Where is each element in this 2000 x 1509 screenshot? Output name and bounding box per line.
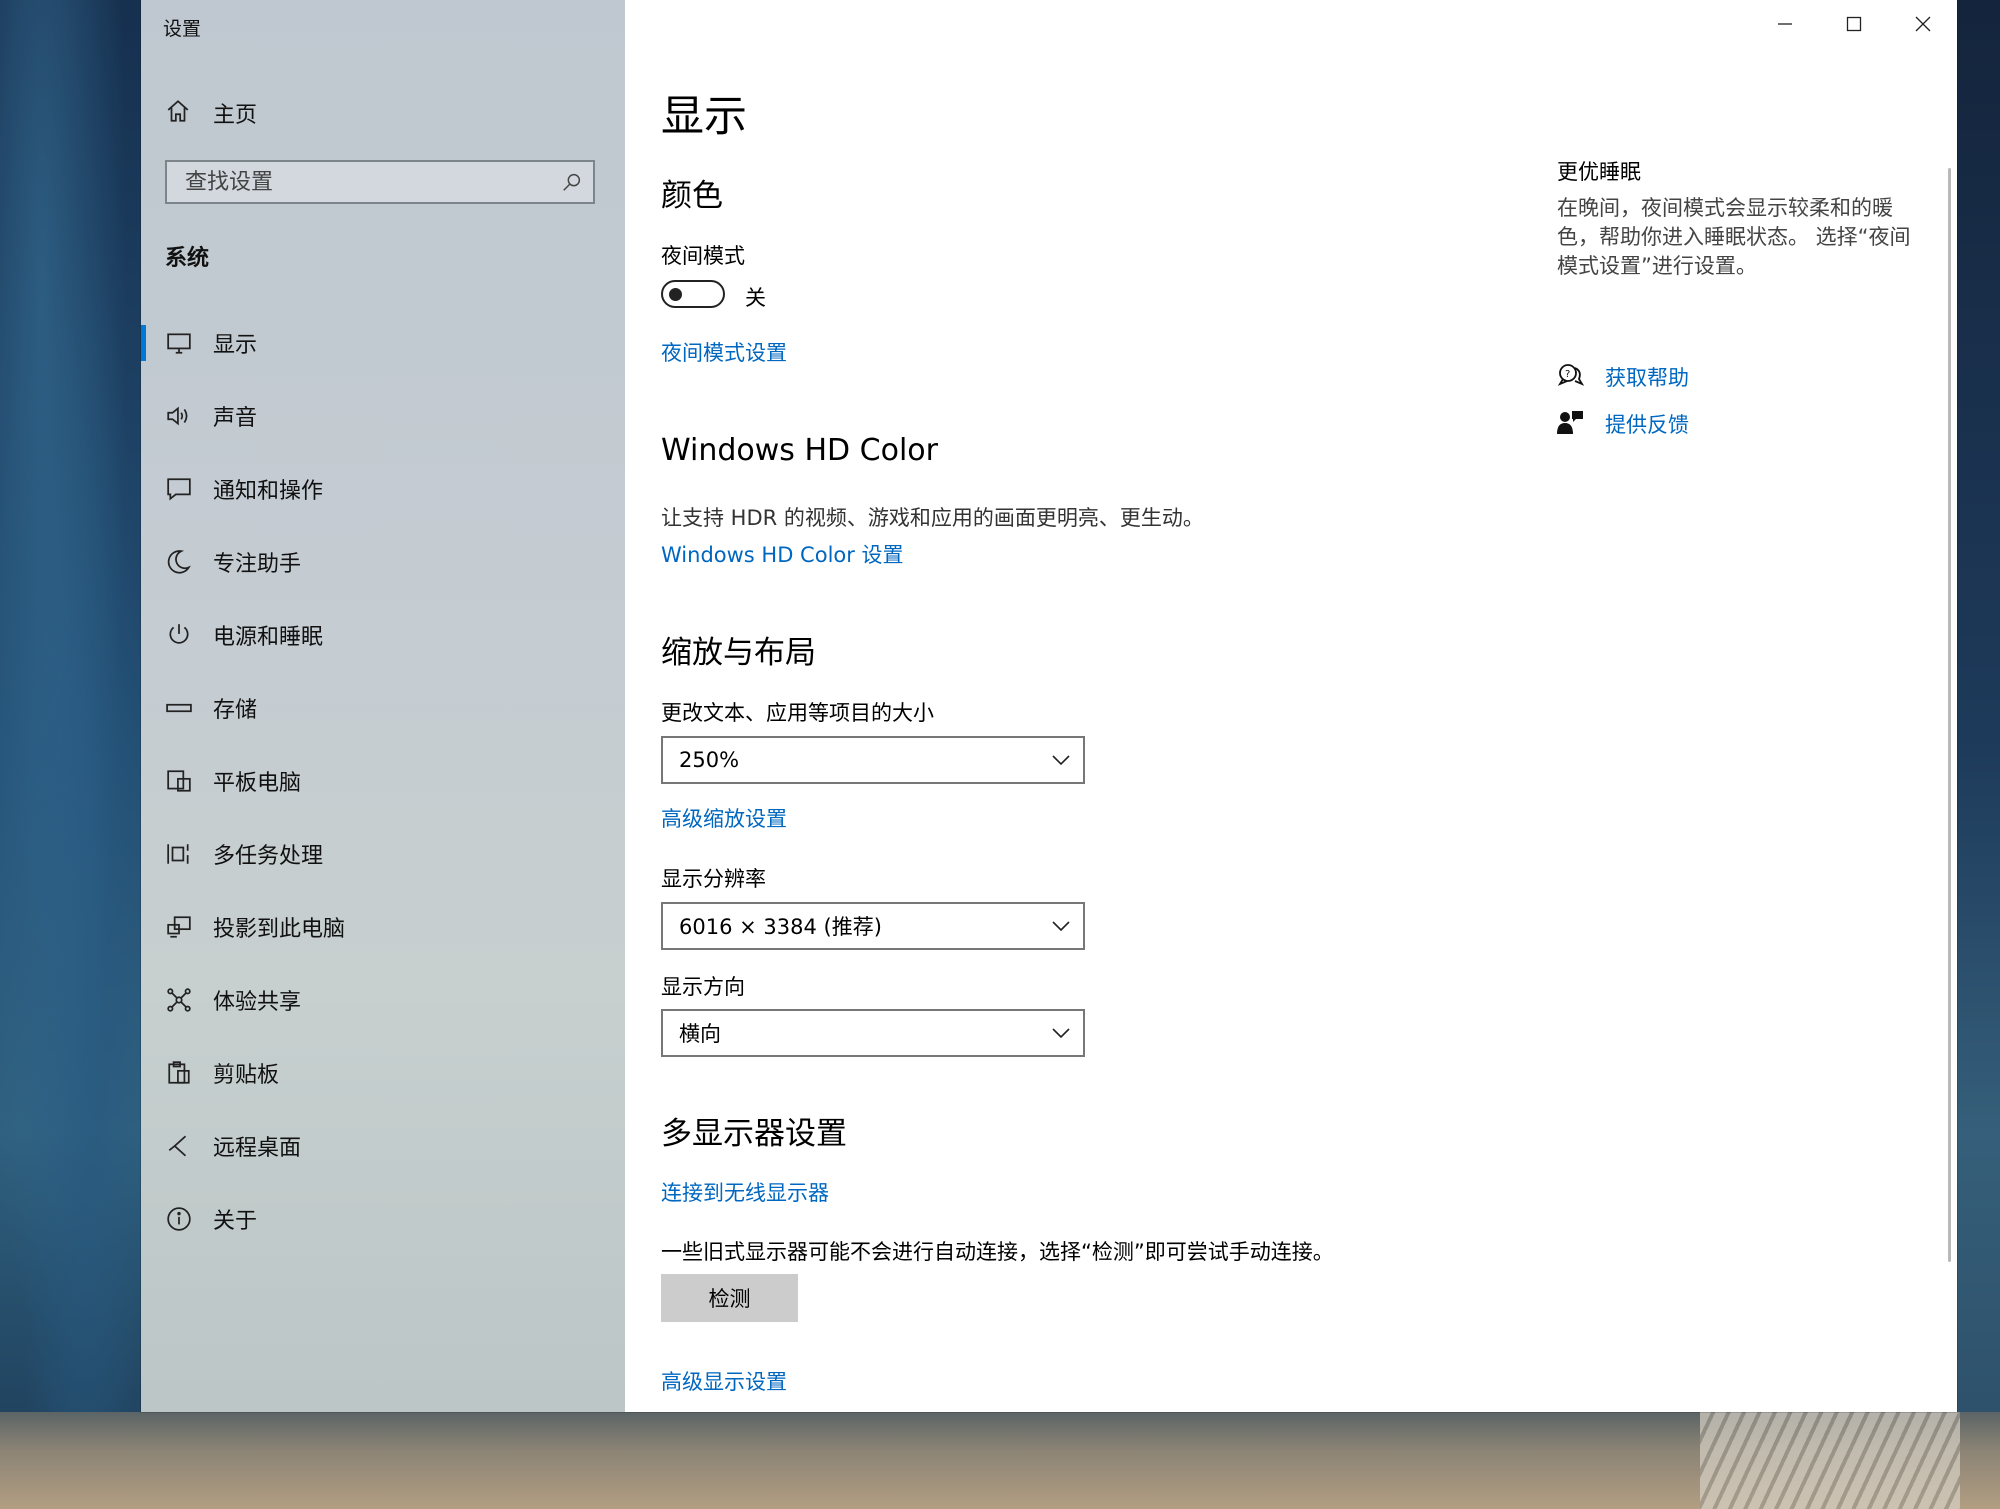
color-heading: 颜色 [661, 178, 723, 214]
monitor-icon [165, 329, 193, 357]
sidebar-item-label: 通知和操作 [213, 479, 324, 504]
night-mode-label: 夜间模式 [661, 244, 745, 268]
better-sleep-title: 更优睡眠 [1557, 160, 1641, 184]
give-feedback-label: 提供反馈 [1605, 413, 1689, 437]
sidebar-item-label: 电源和睡眠 [213, 625, 324, 650]
sidebar-item-display[interactable]: 显示 [141, 315, 625, 371]
hdr-settings-link[interactable]: Windows HD Color 设置 [661, 539, 904, 569]
close-icon [1915, 16, 1931, 36]
minimize-button[interactable] [1750, 0, 1819, 52]
chevron-down-icon [1051, 1025, 1071, 1045]
night-mode-settings-link[interactable]: 夜间模式设置 [661, 337, 787, 367]
sidebar-item-remote-desktop[interactable]: 远程桌面 [141, 1118, 625, 1174]
chevron-down-icon [1051, 918, 1071, 938]
power-icon [165, 621, 193, 649]
feedback-person-icon [1557, 409, 1585, 439]
advanced-scaling-link[interactable]: 高级缩放设置 [661, 803, 787, 833]
tablet-icon [165, 767, 193, 795]
share-icon [165, 986, 193, 1014]
detect-button[interactable]: 检测 [661, 1274, 798, 1322]
message-icon [165, 475, 193, 503]
window-controls [1750, 0, 1957, 52]
sidebar-item-power-sleep[interactable]: 电源和睡眠 [141, 607, 625, 663]
section-label-system: 系统 [165, 246, 210, 271]
sidebar-item-label: 关于 [213, 1209, 258, 1234]
sidebar-item-sound[interactable]: 声音 [141, 388, 625, 444]
give-feedback-link[interactable]: 提供反馈 [1557, 409, 1689, 439]
hdr-heading: Windows HD Color [661, 433, 938, 468]
multi-display-description: 一些旧式显示器可能不会进行自动连接，选择“检测”即可尝试手动连接。 [661, 1240, 1334, 1264]
sidebar-item-focus-assist[interactable]: 专注助手 [141, 534, 625, 590]
page-title: 显示 [661, 92, 747, 142]
night-mode-state: 关 [745, 286, 766, 310]
sidebar-item-label: 显示 [213, 333, 258, 358]
desktop-wallpaper-right [1955, 0, 2000, 1509]
sidebar-item-storage[interactable]: 存储 [141, 680, 625, 736]
night-mode-toggle[interactable] [661, 280, 725, 308]
maximize-button[interactable] [1819, 0, 1888, 52]
sidebar-item-label: 剪贴板 [213, 1063, 280, 1088]
toggle-knob [669, 288, 682, 301]
advanced-display-link[interactable]: 高级显示设置 [661, 1366, 787, 1396]
home-icon [165, 98, 191, 128]
storage-icon [165, 694, 193, 722]
sidebar-item-label: 投影到此电脑 [213, 917, 346, 942]
multi-display-heading: 多显示器设置 [661, 1116, 847, 1152]
remote-desktop-icon [165, 1132, 193, 1160]
moon-icon [165, 548, 193, 576]
sidebar: 设置 主页 系统 显示 声音 [141, 0, 625, 1412]
scale-value: 250% [679, 748, 740, 772]
sidebar-item-clipboard[interactable]: 剪贴板 [141, 1045, 625, 1101]
project-icon [165, 913, 193, 941]
sidebar-item-label: 平板电脑 [213, 771, 302, 796]
size-label: 更改文本、应用等项目的大小 [661, 701, 934, 725]
sidebar-item-about[interactable]: 关于 [141, 1191, 625, 1247]
sidebar-item-multitasking[interactable]: 多任务处理 [141, 826, 625, 882]
sidebar-item-label: 体验共享 [213, 990, 302, 1015]
search-box[interactable] [165, 160, 595, 204]
help-chat-icon: ? [1557, 362, 1585, 392]
sidebar-item-label: 多任务处理 [213, 844, 324, 869]
sidebar-item-label: 专注助手 [213, 552, 302, 577]
sidebar-item-label: 存储 [213, 698, 258, 723]
speaker-icon [165, 402, 193, 430]
get-help-link[interactable]: ? 获取帮助 [1557, 362, 1689, 392]
maximize-icon [1846, 16, 1862, 36]
svg-text:?: ? [1565, 369, 1570, 380]
sidebar-item-notifications[interactable]: 通知和操作 [141, 461, 625, 517]
sidebar-item-project[interactable]: 投影到此电脑 [141, 899, 625, 955]
desktop-wallpaper-tiles [1700, 1412, 1960, 1509]
scrollbar[interactable] [1948, 168, 1951, 1262]
orientation-dropdown[interactable]: 横向 [661, 1009, 1085, 1057]
settings-window: 设置 主页 系统 显示 声音 [141, 0, 1957, 1412]
better-sleep-description: 在晚间，夜间模式会显示较柔和的暖色，帮助你进入睡眠状态。 选择“夜间模式设置”进… [1557, 196, 1911, 278]
sidebar-item-label: 远程桌面 [213, 1136, 302, 1161]
hdr-description: 让支持 HDR 的视频、游戏和应用的画面更明亮、更生动。 [661, 506, 1204, 530]
resolution-value: 6016 × 3384 (推荐) [679, 915, 882, 939]
orientation-label: 显示方向 [661, 975, 745, 999]
search-icon[interactable] [561, 171, 583, 197]
resolution-dropdown[interactable]: 6016 × 3384 (推荐) [661, 902, 1085, 950]
clipboard-icon [165, 1059, 193, 1087]
info-icon [165, 1205, 193, 1233]
search-input[interactable] [183, 168, 547, 196]
sidebar-item-shared-experiences[interactable]: 体验共享 [141, 972, 625, 1028]
sidebar-item-label: 声音 [213, 406, 258, 431]
sidebar-item-tablet[interactable]: 平板电脑 [141, 753, 625, 809]
home-button[interactable]: 主页 [165, 96, 257, 130]
desktop-wallpaper-left [0, 0, 141, 1509]
scale-heading: 缩放与布局 [661, 635, 816, 671]
minimize-icon [1777, 16, 1793, 36]
app-title: 设置 [163, 18, 202, 40]
get-help-label: 获取帮助 [1605, 366, 1689, 390]
home-label: 主页 [213, 103, 258, 128]
resolution-label: 显示分辨率 [661, 867, 766, 891]
wireless-display-link[interactable]: 连接到无线显示器 [661, 1177, 829, 1207]
multitask-icon [165, 840, 193, 868]
orientation-value: 横向 [679, 1022, 721, 1046]
content-pane: 显示 颜色 夜间模式 关 夜间模式设置 Windows HD Color 让支持… [625, 0, 1957, 1412]
chevron-down-icon [1051, 752, 1071, 772]
close-button[interactable] [1888, 0, 1957, 52]
scale-dropdown[interactable]: 250% [661, 736, 1085, 784]
